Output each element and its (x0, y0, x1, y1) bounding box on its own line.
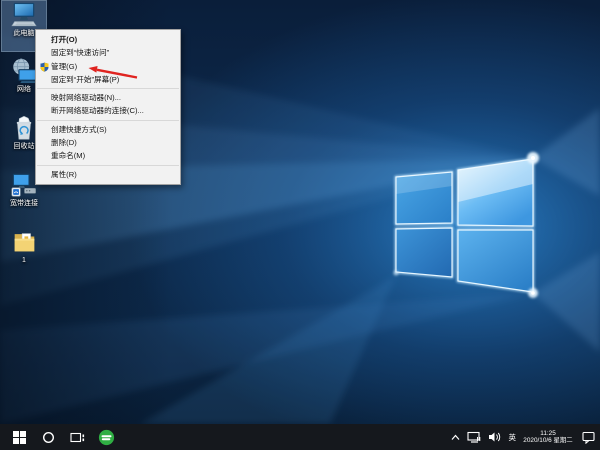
clock-date: 2020/10/6 星期二 (522, 437, 574, 445)
pinned-app-button[interactable] (94, 424, 118, 450)
context-menu-item-rename[interactable]: 重命名(M) (36, 149, 180, 162)
green-browser-icon (98, 429, 115, 446)
task-view-icon (70, 431, 85, 444)
uac-shield-icon (40, 62, 49, 72)
desktop-icon-label: 宽带连接 (2, 200, 46, 208)
context-menu-item-delete[interactable]: 删除(D) (36, 136, 180, 149)
taskbar: 英 11:25 2020/10/6 星期二 (0, 424, 600, 450)
this-pc-icon (8, 1, 40, 29)
context-menu-item-disconnect-network-drive[interactable]: 断开网络驱动器的连接(C)... (36, 104, 180, 117)
task-view-button[interactable] (65, 424, 89, 450)
taskbar-clock[interactable]: 11:25 2020/10/6 星期二 (520, 430, 576, 445)
start-button[interactable] (7, 424, 31, 450)
context-menu-item-manage[interactable]: 管理(G) (36, 60, 180, 73)
show-hidden-icons-button[interactable] (448, 424, 463, 450)
search-icon (42, 431, 55, 444)
windows-start-icon (13, 431, 26, 444)
menu-separator (37, 88, 179, 89)
context-menu: 打开(O) 固定到“快速访问” 管理(G) 固定到“开始”屏幕(P) 映射网络驱… (35, 29, 181, 185)
context-menu-item-pin-start[interactable]: 固定到“开始”屏幕(P) (36, 73, 180, 86)
menu-separator (37, 165, 179, 166)
folder-icon (8, 228, 40, 256)
search-button[interactable] (36, 424, 60, 450)
input-method-indicator[interactable]: 英 (505, 424, 521, 450)
speaker-icon (488, 431, 501, 443)
clock-time: 11:25 (522, 430, 574, 438)
context-menu-item-map-network-drive[interactable]: 映射网络驱动器(N)... (36, 91, 180, 104)
context-menu-item-create-shortcut[interactable]: 创建快捷方式(S) (36, 123, 180, 136)
desktop-icon-folder-1[interactable]: 1 (2, 228, 46, 278)
network-status-icon (467, 431, 481, 443)
context-menu-item-properties[interactable]: 属性(R) (36, 168, 180, 181)
action-center-button[interactable] (576, 424, 600, 450)
context-menu-item-open[interactable]: 打开(O) (36, 33, 180, 46)
chevron-up-icon (451, 434, 460, 441)
windows-desktop: 此电脑 网络 回收站 (0, 0, 600, 450)
menu-separator (37, 120, 179, 121)
context-menu-item-label: 管理(G) (51, 62, 77, 71)
action-center-icon (582, 431, 595, 444)
desktop-icon-label: 1 (2, 257, 46, 265)
context-menu-item-pin-quick-access[interactable]: 固定到“快速访问” (36, 46, 180, 59)
volume-tray-button[interactable] (485, 424, 505, 450)
network-tray-button[interactable] (463, 424, 485, 450)
